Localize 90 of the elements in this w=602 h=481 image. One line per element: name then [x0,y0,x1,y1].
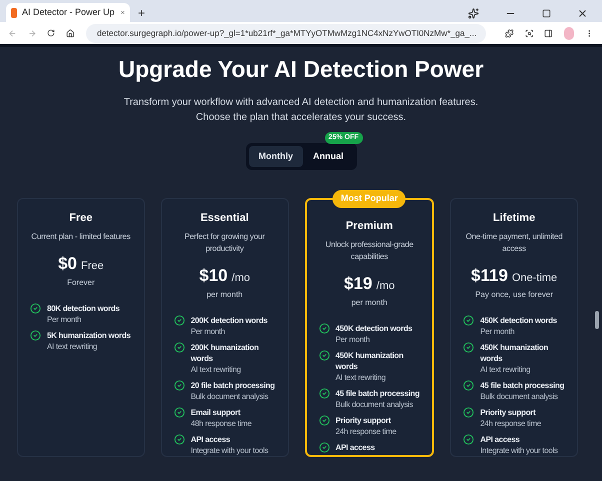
check-circle-icon [463,407,474,418]
feature-title: 45 file batch processing [336,388,420,399]
check-circle-icon [463,315,474,326]
side-panel-icon[interactable] [544,28,554,38]
feature-title: 45 file batch processing [480,380,564,391]
extensions-icon[interactable] [504,28,514,38]
check-circle-icon [318,388,330,399]
feature-title: Priority support [480,407,537,418]
feature-title: 20 file batch processing [190,380,275,391]
feature-title: 200K detection words [190,315,268,326]
feature-detail: Bulk document analysis [480,391,559,402]
feature-detail: Bulk document analysis [190,391,270,402]
feature-title: 5K humanization words [47,330,130,341]
tab-title: AI Detector - Power Up [22,6,115,19]
feature-detail: AI text rewriting [190,364,242,375]
reload-icon[interactable] [47,28,56,38]
feature-detail: Integrate with your tools [190,445,268,456]
check-circle-icon [318,350,330,361]
feature-title: 200K humanization words [190,342,260,364]
feature-title: 80K detection words [47,303,120,314]
check-circle-icon [174,434,185,445]
feature-detail: 24h response time [480,418,541,429]
address-bar[interactable]: detector.surgegraph.io/power-up?_gl=1*ub21rf*_ga*MTYyOTMwMzg1NC4xNzYwOTI0NzMw*_ga_... [86,24,486,42]
plan-description: Perfect for growing your productivity [184,230,266,254]
plan-name: Lifetime [493,211,536,226]
home-icon[interactable] [66,28,75,38]
check-circle-icon [463,434,474,445]
sparkle-icon[interactable] [468,8,479,19]
feature-detail: Per month [480,326,516,337]
check-circle-icon [174,380,185,391]
feature-detail: AI text rewriting [47,341,98,352]
maximize-icon[interactable] [542,9,551,18]
plan-price: $119 [471,264,508,286]
plan-price: $0 [58,252,78,274]
scrollbar-thumb[interactable] [595,311,599,329]
page-subtitle: Transform your workflow with advanced AI detection and humanization features. Choose the plan that accelerates your success. [124,96,478,124]
feature-title: API access [190,434,232,445]
check-circle-icon [463,380,474,391]
check-circle-icon [318,415,330,426]
feature-detail: Per month [47,314,82,325]
check-circle-icon [463,342,474,353]
price-unit: Free [81,258,104,274]
browser-tab[interactable]: AI Detector - Power Up [6,3,130,22]
price-note: Pay once, use forever [475,289,554,301]
plan-description: Unlock professional-grade capabilities [324,238,414,262]
feature-detail: AI text rewriting [480,364,532,375]
feature-detail: AI text rewriting [336,372,387,383]
billing-option[interactable]: Monthly [248,146,303,167]
plan-name: Free [69,211,92,226]
check-circle-icon [30,330,41,341]
feature-detail: Integrate with your tools [480,445,558,456]
feature-detail: Per month [190,326,226,337]
check-circle-icon [318,323,330,334]
page-title: Upgrade Your AI Detection Power [118,55,484,84]
billing-option[interactable]: Annual [303,146,354,167]
price-note: Forever [67,277,95,289]
check-circle-icon [318,442,330,453]
feature-title: 450K humanization words [336,350,404,372]
feature-title: 450K detection words [480,315,557,326]
feature-detail: 24h response time [336,426,396,437]
lens-icon[interactable] [524,28,534,38]
plan-description: One-time payment, unlimited access [464,230,564,254]
check-circle-icon [174,342,185,353]
new-tab-button[interactable]: + [138,6,146,20]
plan-price: $19 [344,272,372,294]
feature-title: Priority support [336,415,392,426]
site-favicon-icon [11,8,18,18]
url-text: detector.surgegraph.io/power-up?_gl=1*ub21rf*_ga*MTYyOTMwMzg1NC4xNzYwOTI0NzMw*_ga_... [96,26,477,40]
price-unit: One-time [512,270,558,286]
plan-price: $10 [199,264,228,286]
check-circle-icon [174,407,185,418]
price-unit: /mo [376,278,395,294]
check-circle-icon [174,315,185,326]
check-circle-icon [30,303,41,314]
feature-title: API access [336,442,375,453]
price-note: per month [206,289,243,301]
plan-description: Current plan - limited features [31,230,130,242]
feature-title: Email support [190,407,242,418]
feature-title: API access [480,434,521,445]
feature-title: 450K detection words [336,323,412,334]
feature-detail: Bulk document analysis [336,399,414,410]
close-icon[interactable] [577,8,588,19]
plan-name: Premium [346,219,393,234]
plan-name: Essential [200,211,249,226]
feature-title: 450K humanization words [480,342,550,364]
feature-detail: Per month [336,334,371,345]
price-unit: /mo [232,270,250,286]
price-note: per month [351,297,388,309]
most-popular-badge: Most Popular [332,190,406,208]
feature-detail: 48h response time [190,418,252,429]
